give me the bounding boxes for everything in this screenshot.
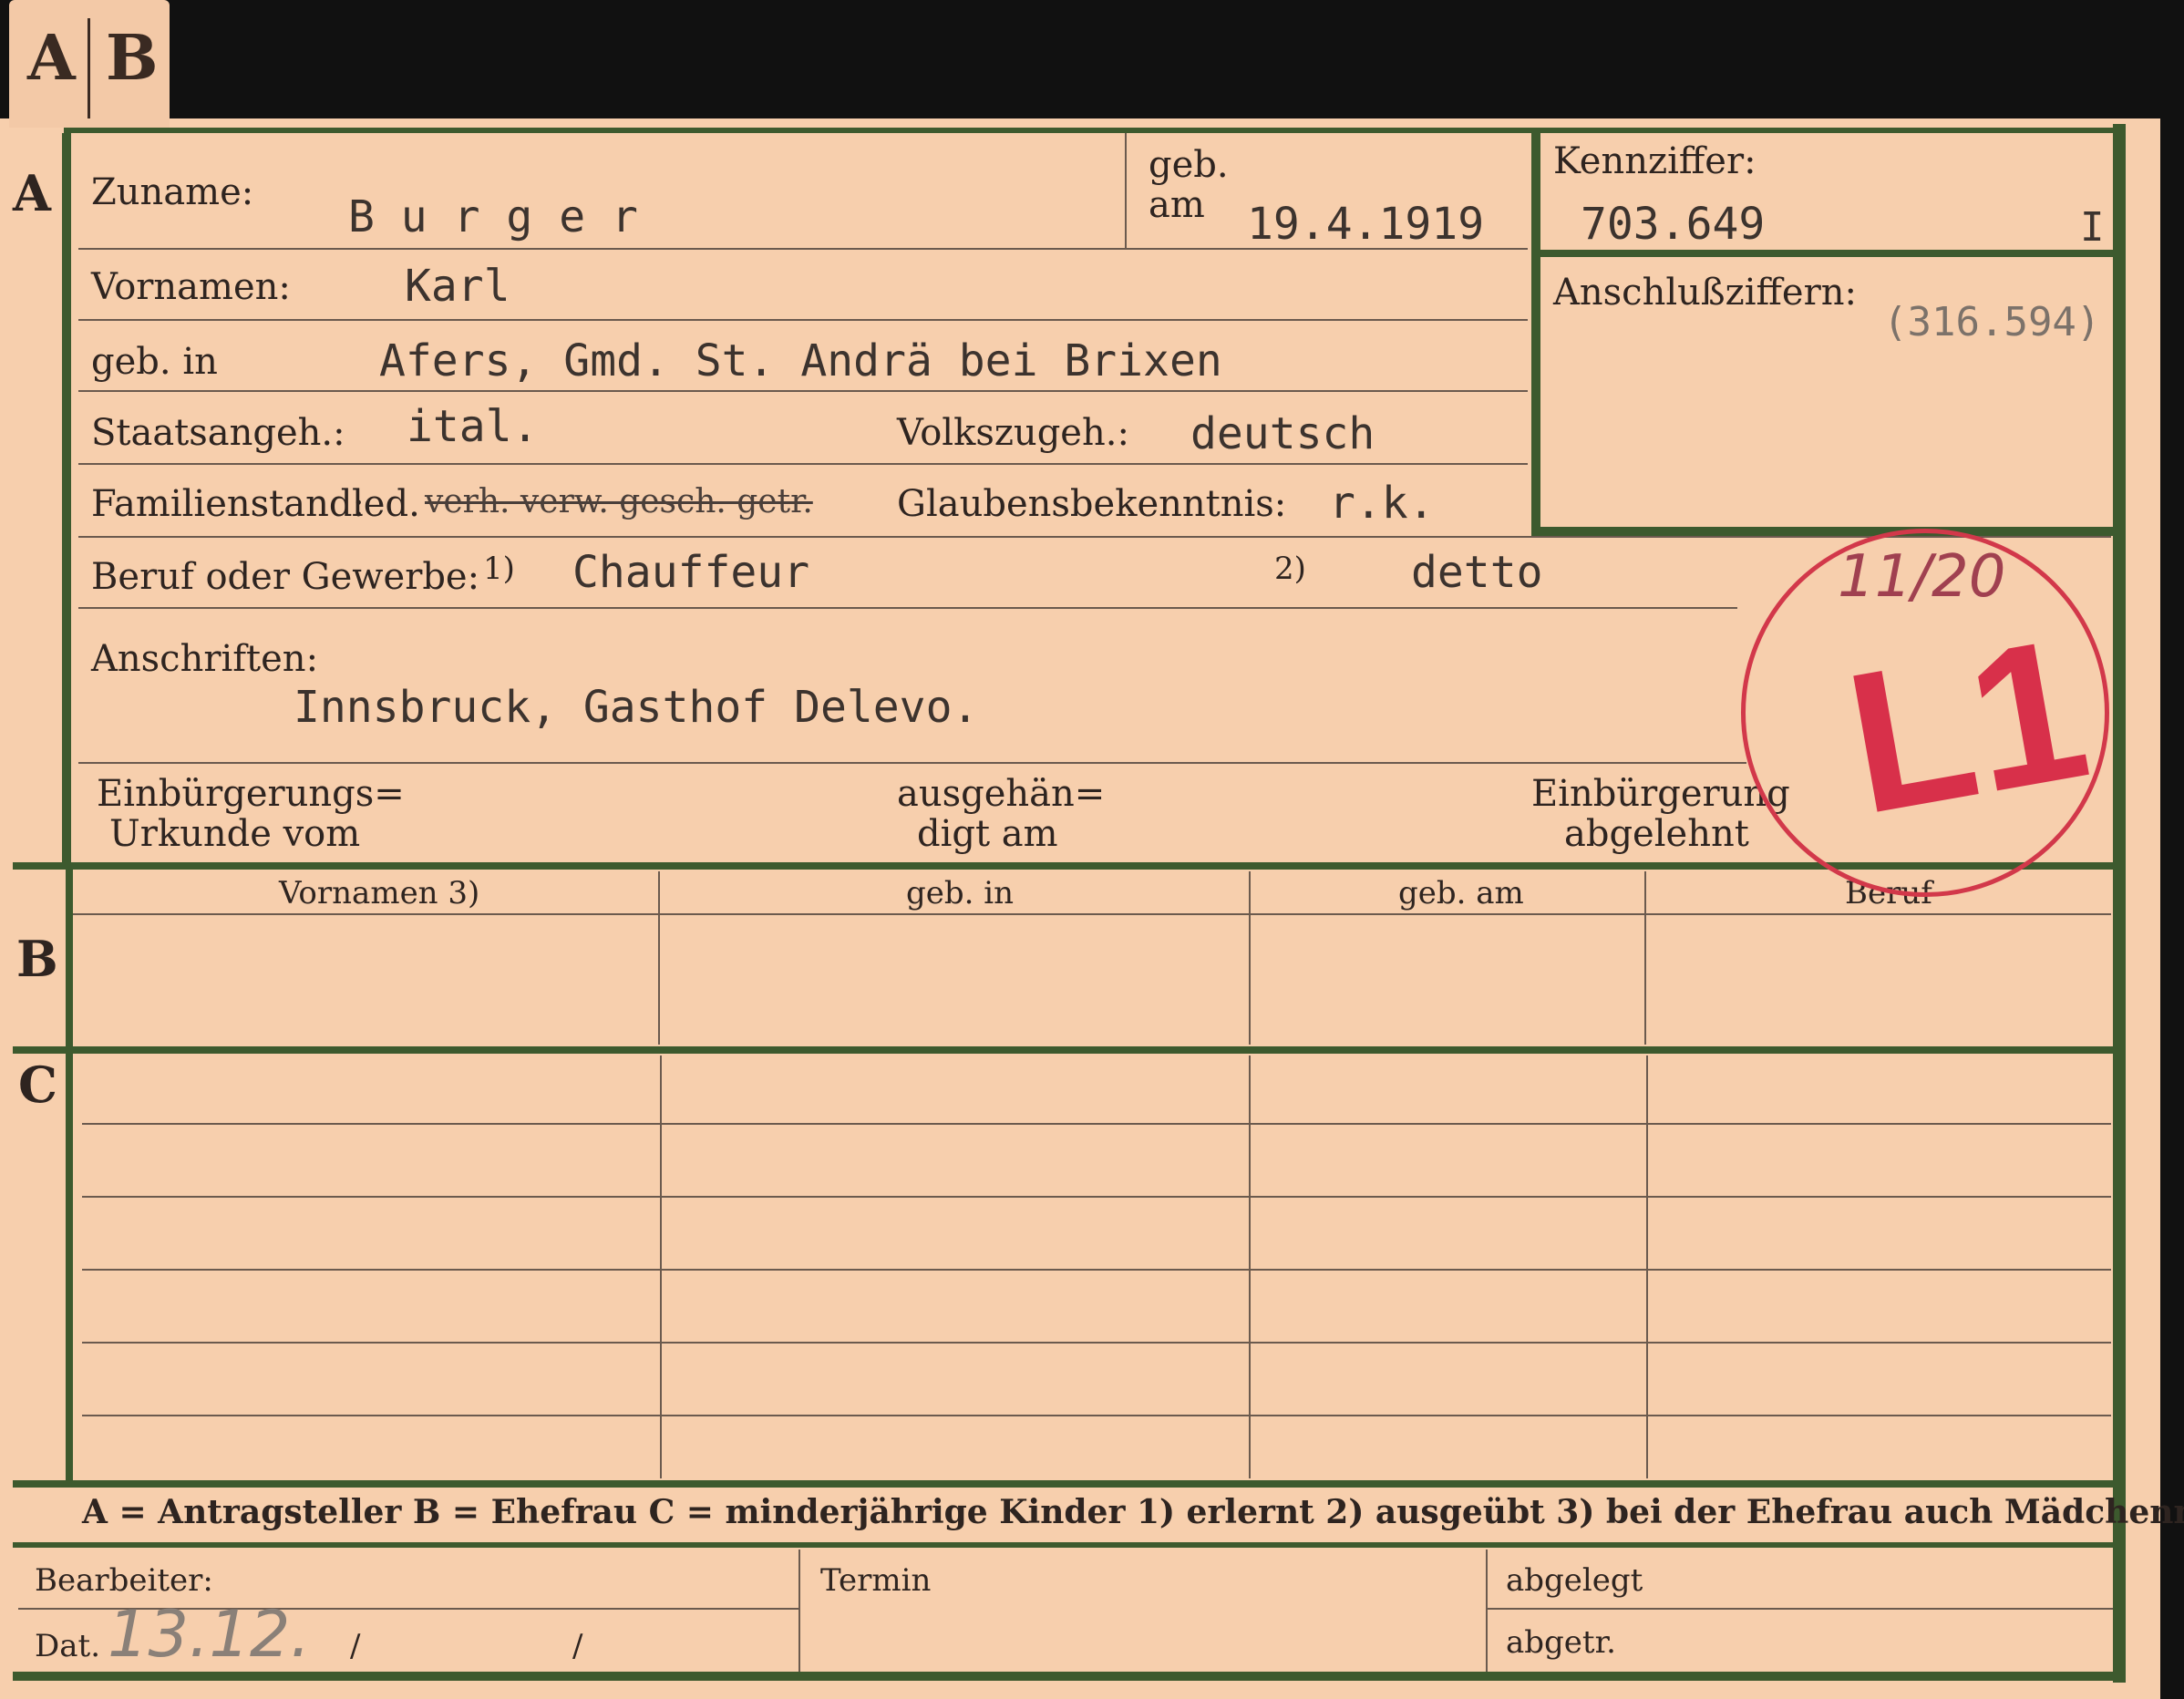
staatsangeh-label: Staatsangeh.:	[91, 412, 345, 454]
legend: A = Antragsteller B = Ehefrau C = minder…	[82, 1493, 2184, 1531]
dat-label: Dat.	[35, 1628, 101, 1664]
date-handwritten: 13.12.	[108, 1597, 311, 1672]
zuname-value: B u r g e r	[348, 191, 638, 242]
col-line	[1125, 133, 1127, 248]
row-line	[78, 319, 1528, 321]
vornamen-label: Vornamen:	[91, 266, 291, 308]
table-c-row-line	[82, 1342, 2111, 1344]
section-letter-b: B	[16, 930, 58, 988]
footer-col	[1486, 1550, 1488, 1672]
table-b-col	[1644, 871, 1646, 1045]
kennziffer-box-left	[1531, 128, 1540, 536]
geb-am-value: 19.4.1919	[1247, 199, 1485, 250]
row-line	[78, 390, 1528, 392]
geb-in-label: geb. in	[91, 341, 218, 383]
row-line	[78, 536, 2111, 538]
bearbeiter-label: Bearbeiter:	[35, 1562, 213, 1599]
frame-top	[64, 128, 2124, 133]
abgetr-label: abgetr.	[1506, 1624, 1616, 1661]
ausgehaendigt-label-2: digt am	[917, 813, 1058, 855]
beruf-sup2: 2)	[1274, 551, 1306, 587]
frame-ab-divider	[13, 862, 2124, 870]
footer-col	[798, 1550, 800, 1672]
kennziffer-value: 703.649	[1581, 199, 1766, 250]
table-c-row-line	[82, 1123, 2111, 1125]
einb-urkunde-label-2: Urkunde vom	[109, 813, 361, 855]
anschriften-label: Anschriften:	[91, 638, 319, 680]
familienstand-led: led.	[352, 483, 420, 525]
termin-label: Termin	[820, 1562, 932, 1599]
ausgehaendigt-label-1: ausgehän=	[897, 773, 1106, 815]
frame-right	[2113, 124, 2126, 1683]
section-letter-c: C	[18, 1055, 57, 1114]
card-tab: A B	[9, 0, 170, 128]
stamp-text: L1	[1832, 594, 2103, 857]
table-b-col	[1249, 871, 1251, 1045]
familienstand-struck-options: verh. verw. gesch. getr.	[425, 483, 813, 520]
vornamen-value: Karl	[405, 261, 510, 312]
kennziffer-label: Kennziffer:	[1553, 140, 1756, 182]
geb-am-label-2: am	[1149, 184, 1205, 226]
dat-slash-1: /	[350, 1628, 361, 1664]
table-c-row-line	[82, 1415, 2111, 1416]
tab-divider	[88, 18, 90, 118]
row-line	[78, 762, 1746, 764]
zuname-label: Zuname:	[91, 171, 254, 213]
beruf-label: Beruf oder Gewerbe:	[91, 556, 480, 598]
anschluss-value: (316.594)	[1883, 299, 2101, 345]
table-c-row-line	[82, 1269, 2111, 1271]
stamp-note: 11/20	[1838, 543, 2006, 611]
glauben-label: Glaubensbekenntnis:	[897, 483, 1287, 525]
geb-in-value: Afers, Gmd. St. Andrä bei Brixen	[379, 335, 1222, 386]
glauben-value: r.k.	[1329, 478, 1435, 529]
beruf-value-1: Chauffeur	[572, 547, 810, 598]
table-b-header-geb-am: geb. am	[1398, 875, 1524, 911]
volkszugeh-value: deutsch	[1190, 408, 1375, 459]
tab-letter-a: A	[27, 22, 76, 95]
einb-abgelehnt-label-2: abgelehnt	[1564, 813, 1749, 855]
volkszugeh-label: Volkszugeh.:	[897, 412, 1129, 454]
row-line	[78, 607, 1737, 609]
beruf-sup1: 1)	[483, 551, 515, 587]
table-b-col	[658, 871, 660, 1045]
section-letter-a: A	[13, 164, 51, 222]
footer-row-line	[1488, 1608, 2113, 1610]
frame-legend-bottom	[13, 1542, 2124, 1548]
table-c-row-line	[82, 1196, 2111, 1198]
beruf-value-2: detto	[1411, 547, 1543, 598]
row-line	[78, 463, 1528, 465]
kennziffer-box-divider	[1531, 250, 2115, 257]
kennziffer-box-bottom	[1531, 527, 2115, 536]
anschriften-value: Innsbruck, Gasthof Delevo.	[294, 682, 979, 733]
staatsangeh-value: ital.	[407, 401, 539, 452]
geb-am-label-1: geb.	[1149, 144, 1229, 186]
table-b-header-vornamen: Vornamen 3)	[279, 875, 480, 911]
frame-legend-top	[13, 1480, 2124, 1488]
frame-left-bc	[66, 870, 73, 1480]
frame-left-a	[62, 133, 71, 862]
frame-bc-divider	[13, 1046, 2124, 1054]
einb-abgelehnt-label-1: Einbürgerung	[1531, 773, 1790, 815]
dat-slash-2: /	[572, 1628, 583, 1664]
frame-bottom	[13, 1672, 2124, 1681]
anschluss-label: Anschlußziffern:	[1553, 272, 1857, 314]
kennziffer-mark: I	[2080, 204, 2105, 251]
table-b-header-line	[73, 913, 2111, 915]
tab-letter-b: B	[106, 22, 159, 95]
familienstand-label: Familienstand:	[91, 483, 365, 525]
table-b-header-geb-in: geb. in	[906, 875, 1015, 911]
einb-urkunde-label-1: Einbürgerungs=	[97, 773, 405, 815]
abgelegt-label: abgelegt	[1506, 1562, 1643, 1599]
